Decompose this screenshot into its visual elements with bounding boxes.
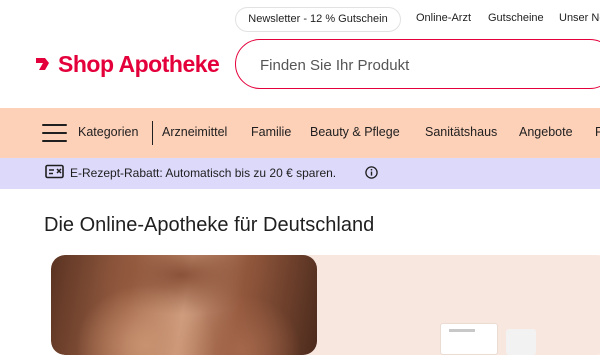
hero-family-photo <box>51 255 317 355</box>
page-title: Die Online-Apotheke für Deutschland <box>44 214 375 236</box>
logo-text: Shop Apotheke <box>58 50 220 77</box>
nav-item-beauty-pflege[interactable]: Beauty & Pflege <box>310 125 400 139</box>
top-links-bar: Newsletter - 12 % Gutschein Online-Arzt … <box>0 0 600 38</box>
nav-item-angebote[interactable]: Angebote <box>519 125 573 139</box>
nav-item-sanitaetshaus[interactable]: Sanitätshaus <box>425 125 497 139</box>
gutscheine-link[interactable]: Gutscheine <box>488 12 544 24</box>
newsletter-link[interactable]: Newsletter - 12 % Gutschein <box>235 7 401 32</box>
erezept-promo-banner[interactable]: E-Rezept-Rabatt: Automatisch bis zu 20 €… <box>0 158 600 189</box>
online-arzt-link[interactable]: Online-Arzt <box>416 12 471 24</box>
category-nav: Kategorien Arzneimittel Familie Beauty &… <box>0 108 600 158</box>
nav-item-kategorien[interactable]: Kategorien <box>78 125 138 139</box>
nav-item-arzneimittel[interactable]: Arzneimittel <box>162 125 227 139</box>
hero-product-image-secondary <box>506 329 536 355</box>
search-input[interactable] <box>258 54 598 76</box>
promo-text: E-Rezept-Rabatt: Automatisch bis zu 20 €… <box>70 166 337 180</box>
prescription-card-icon <box>45 164 64 179</box>
nav-divider <box>152 121 153 145</box>
nav-item-partial[interactable]: P <box>595 125 600 139</box>
logo-mark-icon <box>36 58 49 70</box>
unser-link[interactable]: Unser Ne <box>559 12 600 24</box>
search-bar[interactable] <box>235 39 600 89</box>
nav-item-familie[interactable]: Familie <box>251 125 291 139</box>
hero-product-image <box>440 323 498 355</box>
info-icon[interactable] <box>365 166 378 179</box>
hamburger-icon[interactable] <box>42 124 67 142</box>
hero-banner[interactable] <box>51 255 600 355</box>
shop-apotheke-logo[interactable]: Shop Apotheke <box>34 50 220 78</box>
